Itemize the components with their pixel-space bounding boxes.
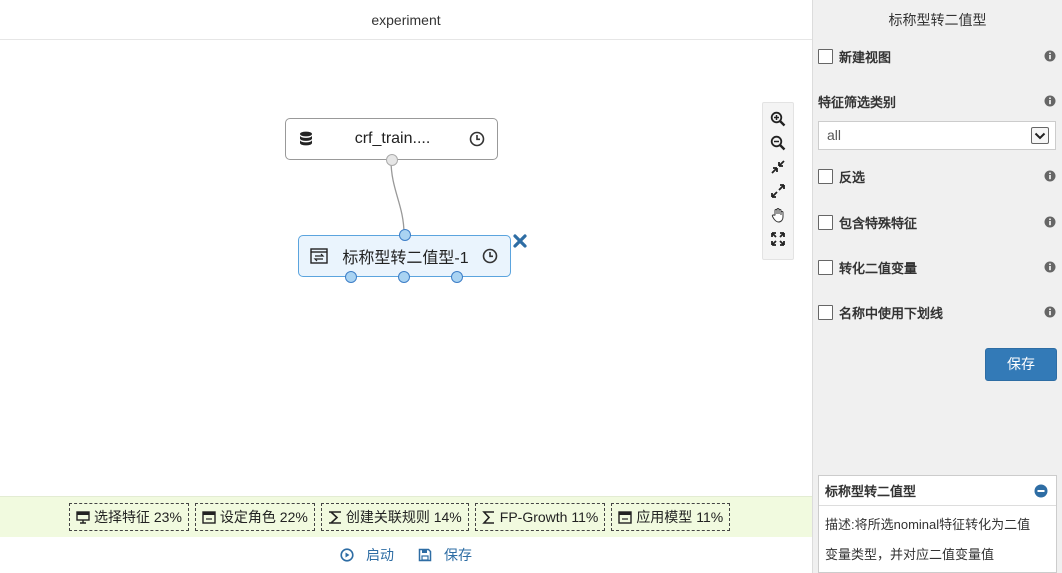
description-line-2: 变量类型，并对应二值变量值	[825, 547, 995, 562]
collapse-icon[interactable]	[1034, 484, 1048, 498]
info-icon[interactable]	[1044, 95, 1056, 107]
node-transform-output-port-1[interactable]	[345, 271, 357, 283]
algo-chip-set-role[interactable]: 设定角色 22%	[194, 503, 315, 531]
monitor-icon	[76, 510, 90, 524]
start-label: 启动	[366, 547, 394, 563]
algorithm-suggestion-bar: 选择特征 23% 设定角色 22% 创建关联规则 14% FP-Growth 1…	[0, 496, 812, 537]
node-source-output-port[interactable]	[386, 154, 398, 166]
panel-title: 标称型转二值型	[888, 12, 987, 28]
info-icon[interactable]	[1044, 170, 1056, 182]
fit-screen-icon[interactable]	[768, 229, 788, 249]
clock-icon	[482, 248, 498, 264]
algo-chip-apply-model[interactable]: 应用模型 11%	[611, 503, 731, 531]
node-transform-output-port-2[interactable]	[398, 271, 410, 283]
rule-icon	[328, 510, 341, 524]
sigma-icon	[481, 510, 494, 524]
algo-chip-label: 选择特征 23%	[94, 509, 182, 525]
invert-checkbox[interactable]	[818, 168, 833, 184]
convert-icon	[309, 246, 329, 266]
start-button[interactable]: 启动	[340, 545, 394, 565]
new-view-option[interactable]: 新建视图	[818, 46, 1056, 66]
expand-icon[interactable]	[768, 181, 788, 201]
flow-canvas[interactable]: experiment crf_train.... 标称型转二值型-1 选择特征 …	[0, 0, 812, 573]
node-transform-label: 标称型转二值型-1	[342, 250, 469, 267]
chevron-down-icon[interactable]	[1031, 127, 1049, 144]
save-run-button[interactable]: 保存	[418, 545, 472, 565]
database-icon	[296, 129, 316, 149]
new-view-label: 新建视图	[839, 49, 892, 65]
include-special-label: 包含特殊特征	[839, 215, 918, 231]
algo-chip-label: 应用模型 11%	[636, 509, 724, 525]
algo-chip-fp-growth[interactable]: FP-Growth 11%	[474, 503, 606, 531]
new-view-checkbox[interactable]	[818, 48, 833, 64]
include-special-checkbox[interactable]	[818, 214, 833, 230]
info-icon[interactable]	[1044, 261, 1056, 273]
clock-icon	[469, 131, 485, 147]
node-transform[interactable]: 标称型转二值型-1	[298, 229, 511, 283]
save-button[interactable]: 保存	[985, 348, 1057, 381]
node-transform-output-port-3[interactable]	[451, 271, 463, 283]
algo-chip-create-rules[interactable]: 创建关联规则 14%	[320, 503, 469, 531]
window-icon	[202, 510, 216, 524]
convert-binary-option[interactable]: 转化二值变量	[818, 257, 1056, 277]
algo-chip-select-features[interactable]: 选择特征 23%	[69, 503, 189, 531]
zoom-out-icon[interactable]	[768, 133, 788, 153]
underscore-checkbox[interactable]	[818, 304, 833, 320]
filter-type-select[interactable]: all	[818, 121, 1056, 150]
play-circle-icon	[340, 548, 354, 562]
algo-chip-label: 创建关联规则 14%	[345, 509, 462, 525]
invert-option[interactable]: 反选	[818, 166, 1056, 186]
node-transform-input-port[interactable]	[399, 229, 411, 241]
node-source-label: crf_train....	[354, 130, 431, 147]
compress-icon[interactable]	[768, 157, 788, 177]
algo-chip-label: FP-Growth 11%	[499, 509, 599, 525]
info-icon[interactable]	[1044, 50, 1056, 62]
description-line-1: 描述:将所选nominal特征转化为二值	[825, 517, 1031, 532]
underscore-option[interactable]: 名称中使用下划线	[818, 302, 1056, 322]
convert-binary-checkbox[interactable]	[818, 259, 833, 275]
info-icon[interactable]	[1044, 306, 1056, 318]
hand-icon[interactable]	[768, 205, 788, 225]
description-title: 标称型转二值型	[825, 484, 917, 499]
convert-binary-label: 转化二值变量	[839, 260, 918, 276]
info-icon[interactable]	[1044, 216, 1056, 228]
canvas-title: experiment	[0, 0, 812, 40]
edge-source-transform	[390, 159, 405, 235]
description-header: 标称型转二值型	[819, 476, 1056, 506]
node-source[interactable]: crf_train....	[285, 118, 498, 166]
filter-type-value: all	[827, 127, 842, 143]
invert-label: 反选	[839, 169, 866, 185]
underscore-label: 名称中使用下划线	[839, 305, 944, 321]
delete-node-icon[interactable]	[512, 233, 528, 249]
description-text: 描述:将所选nominal特征转化为二值 变量类型，并对应二值变量值	[819, 506, 1056, 573]
zoom-in-icon[interactable]	[768, 109, 788, 129]
description-box: 标称型转二值型 描述:将所选nominal特征转化为二值 变量类型，并对应二值变…	[818, 475, 1057, 573]
include-special-option[interactable]: 包含特殊特征	[818, 212, 1056, 232]
app-window: experiment crf_train.... 标称型转二值型-1 选择特征 …	[0, 0, 1062, 573]
filter-type-label: 特征筛选类别	[818, 94, 897, 110]
action-bar: 启动 保存	[0, 537, 812, 573]
algo-chip-label: 设定角色 22%	[219, 509, 308, 525]
window-icon	[618, 510, 633, 524]
zoom-toolbar	[762, 102, 794, 260]
save-run-label: 保存	[444, 547, 472, 563]
filter-type-row: 特征筛选类别	[818, 91, 1056, 111]
floppy-icon	[418, 548, 432, 562]
